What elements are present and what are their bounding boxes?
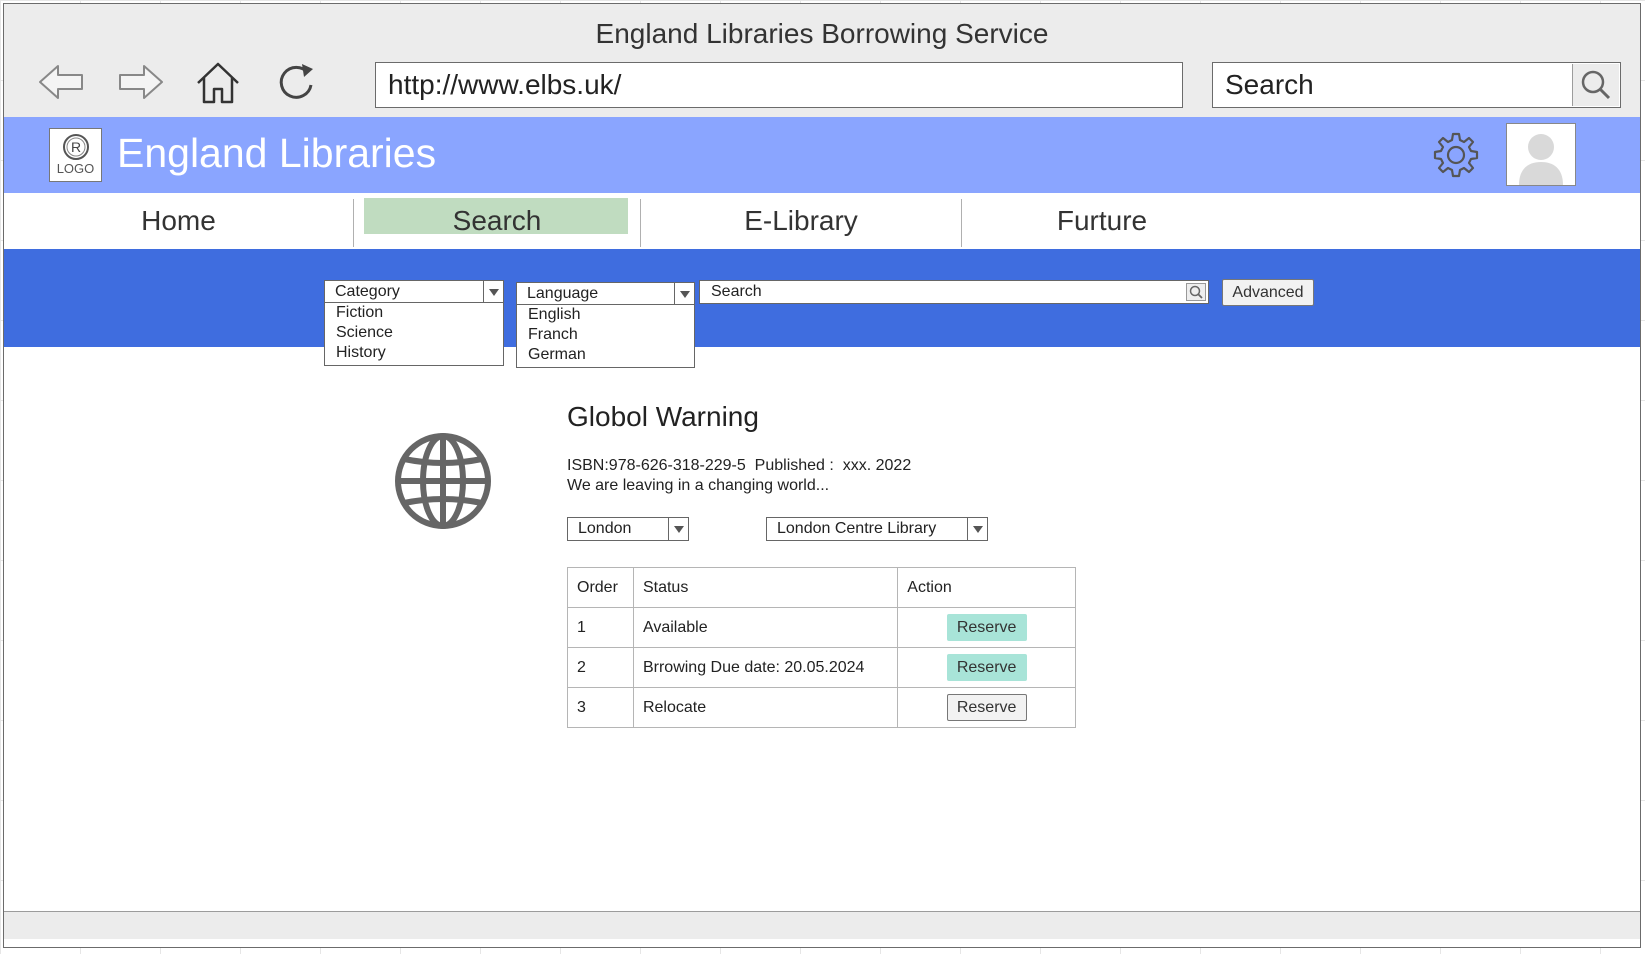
- browser-window: England Libraries Borrowing Service http…: [3, 3, 1641, 948]
- language-select[interactable]: Language: [516, 282, 695, 305]
- city-select-value: London: [578, 520, 632, 537]
- status-bar: [4, 911, 1640, 939]
- order-cell: 3: [567, 687, 634, 728]
- order-cell: 1: [567, 607, 634, 648]
- category-select[interactable]: Category: [324, 280, 504, 303]
- action-cell: Reserve: [897, 647, 1076, 688]
- status-cell: Relocate: [632, 687, 899, 728]
- category-option[interactable]: Fiction: [325, 303, 503, 323]
- tab-home[interactable]: Home: [4, 193, 353, 249]
- browser-search-button[interactable]: [1572, 64, 1619, 106]
- book-cover: [393, 431, 493, 531]
- forward-button[interactable]: [112, 56, 168, 108]
- language-option[interactable]: Franch: [517, 325, 694, 345]
- tab-elibrary-label: E-Library: [744, 205, 858, 236]
- reserve-button[interactable]: Reserve: [946, 654, 1027, 681]
- language-dropdown: English Franch German: [516, 304, 695, 368]
- registered-icon: R: [62, 134, 89, 160]
- column-header: Status: [632, 567, 899, 608]
- arrow-right-icon: [119, 65, 163, 99]
- brand-name: England Libraries: [117, 130, 437, 176]
- book-details: ISBN:978-626-318-229-5 Published : xxx. …: [567, 456, 911, 496]
- search-icon: [1189, 285, 1203, 299]
- chevron-down-icon: [967, 518, 987, 540]
- back-button[interactable]: [34, 56, 90, 108]
- action-cell: Reserve: [897, 687, 1076, 728]
- catalog-search-input[interactable]: Search: [699, 280, 1209, 304]
- book-title: Globol Warning: [567, 401, 759, 432]
- refresh-icon: [279, 64, 313, 99]
- advanced-search-button[interactable]: Advanced: [1222, 279, 1314, 306]
- svg-text:R: R: [70, 139, 80, 155]
- order-cell: 2: [567, 647, 634, 688]
- catalog-search-placeholder: Search: [711, 283, 762, 300]
- action-cell: Reserve: [897, 607, 1076, 648]
- user-avatar-button[interactable]: [1506, 123, 1576, 186]
- status-cell: Brrowing Due date: 20.05.2024: [632, 647, 899, 688]
- chevron-down-icon: [668, 518, 688, 540]
- language-option[interactable]: English: [517, 305, 694, 325]
- table-row: 2 Brrowing Due date: 20.05.2024 Reserve: [567, 647, 1076, 688]
- url-bar[interactable]: http://www.elbs.uk/: [375, 62, 1183, 108]
- category-option[interactable]: Science: [325, 323, 503, 343]
- language-select-label: Language: [527, 285, 599, 302]
- main-nav: Home Search E-Library Furture: [4, 193, 1640, 249]
- logo-text: LOGO: [56, 161, 95, 176]
- column-header: Action: [897, 567, 1076, 608]
- chevron-down-icon: [483, 281, 503, 302]
- browser-search-placeholder: Search: [1225, 69, 1314, 100]
- table-header-row: Order Status Action: [567, 567, 1076, 608]
- arrow-left-icon: [39, 65, 83, 99]
- home-button[interactable]: [190, 56, 246, 108]
- browser-chrome: England Libraries Borrowing Service http…: [4, 4, 1640, 118]
- reserve-button[interactable]: Reserve: [946, 694, 1027, 721]
- globe-icon: [395, 433, 491, 529]
- chevron-down-icon: [674, 283, 694, 304]
- library-select[interactable]: London Centre Library: [766, 517, 988, 541]
- library-select-value: London Centre Library: [777, 520, 937, 537]
- category-dropdown: Fiction Science History: [324, 302, 504, 366]
- availability-table: Order Status Action 1 Available Reserve …: [567, 567, 1076, 728]
- reserve-button[interactable]: Reserve: [946, 614, 1027, 641]
- language-option[interactable]: German: [517, 345, 694, 365]
- city-select[interactable]: London: [567, 517, 689, 541]
- catalog-search-button[interactable]: [1186, 283, 1206, 301]
- category-option[interactable]: History: [325, 343, 503, 363]
- tab-search-label: Search: [452, 205, 542, 236]
- tab-search[interactable]: Search: [354, 193, 640, 249]
- refresh-button[interactable]: [268, 56, 324, 108]
- tab-future[interactable]: Furture: [962, 193, 1242, 249]
- window-title: England Libraries Borrowing Service: [595, 18, 1049, 49]
- user-avatar-icon: [1519, 134, 1563, 185]
- browser-search-input[interactable]: Search: [1212, 62, 1621, 108]
- tab-home-label: Home: [141, 205, 216, 236]
- home-icon: [197, 62, 239, 104]
- table-row: 3 Relocate Reserve: [567, 687, 1076, 728]
- site-header: R LOGO England Libraries: [4, 117, 1640, 193]
- status-cell: Available: [632, 607, 899, 648]
- site-logo[interactable]: R LOGO: [49, 128, 102, 182]
- book-description: We are leaving in a changing world...: [567, 477, 830, 494]
- tab-elibrary[interactable]: E-Library: [641, 193, 961, 249]
- search-icon: [1581, 70, 1611, 100]
- gear-icon: [1433, 132, 1479, 178]
- book-meta: ISBN:978-626-318-229-5 Published : xxx. …: [567, 457, 912, 474]
- settings-button[interactable]: [1431, 130, 1481, 180]
- tab-future-label: Furture: [1056, 205, 1148, 236]
- category-select-label: Category: [335, 283, 400, 300]
- column-header: Order: [567, 567, 634, 608]
- table-row: 1 Available Reserve: [567, 607, 1076, 648]
